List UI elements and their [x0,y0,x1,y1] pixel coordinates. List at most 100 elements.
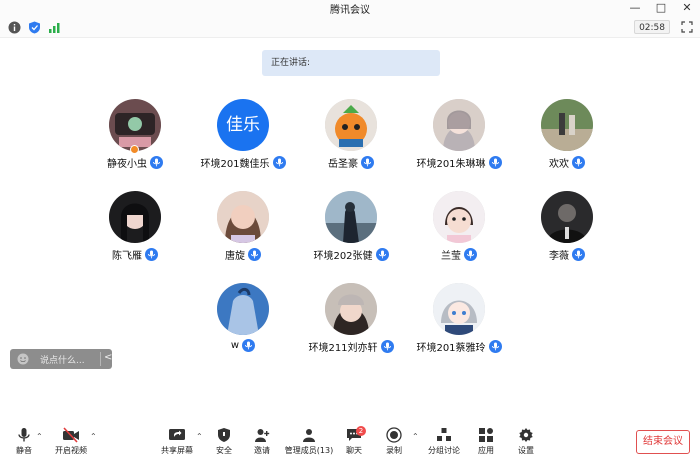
avatar [325,283,377,335]
participant-name: 欢欢 [549,159,569,170]
avatar [217,191,269,243]
record-label: 录制 [386,446,402,455]
avatar [109,191,161,243]
manage-members-button[interactable]: 管理成员(13) [283,427,335,459]
chevron-up-icon[interactable]: ⌃ [90,432,97,441]
participant-tile[interactable]: 唐旋 [188,191,298,271]
invite-button[interactable]: 邀请 [250,427,274,459]
quick-chat-input[interactable]: 说点什么... < [10,349,112,369]
participant-tile[interactable]: 静夜小虫 [80,99,190,179]
shield-icon [218,428,230,442]
title-bar: 腾讯会议 — □ ✕ [0,0,700,16]
mute-button[interactable]: 静音 [10,427,38,459]
participant-tile[interactable]: 环境211刘亦轩 [296,283,406,363]
participant-name: 陈飞雁 [112,251,142,262]
participant-tile[interactable]: 环境201朱琳琳 [404,99,514,179]
share-screen-button[interactable]: 共享屏幕 [160,427,194,459]
participant-name: 李薇 [549,251,569,262]
participant-name: 环境211刘亦轩 [308,343,378,354]
start-video-button[interactable]: 开启视频 [54,427,88,459]
mic-icon [145,248,158,261]
participant-name: 环境202张健 [313,251,373,262]
participant-tile[interactable]: 陈飞雁 [80,191,190,271]
record-button[interactable]: 录制 [382,427,406,459]
participant-tile[interactable]: 环境201蔡雅玲 [404,283,514,363]
mic-icon [488,156,502,169]
settings-button[interactable]: 设置 [514,427,538,459]
participant-name: 环境201朱琳琳 [416,159,486,170]
mic-icon [361,156,374,169]
participant-name: 静夜小虫 [107,159,147,170]
avatar [541,99,593,151]
mic-icon [272,156,286,169]
breakout-button[interactable]: 分组讨论 [426,427,462,459]
chat-label: 聊天 [346,446,362,455]
participant-tile[interactable]: w [188,283,298,363]
mic-icon [375,248,389,261]
members-label: 管理成员(13) [284,446,334,455]
mute-label: 静音 [16,446,32,455]
participant-tile[interactable]: 岳圣豪 [296,99,406,179]
participant-name: 环境201蔡雅玲 [416,343,486,354]
avatar [433,283,485,335]
chevron-up-icon[interactable]: ⌃ [36,432,43,441]
video-off-icon [63,427,79,443]
participant-name: 兰莹 [441,251,461,262]
chevron-up-icon[interactable]: ⌃ [196,432,203,441]
close-button[interactable]: ✕ [680,1,694,15]
end-meeting-button[interactable]: 结束会议 [636,430,690,454]
participant-name: 唐旋 [225,251,245,262]
participant-name: 岳圣豪 [328,159,358,170]
chat-placeholder: 说点什么... [40,356,85,366]
participant-tile[interactable]: 环境202张健 [296,191,406,271]
status-bar: 02:58 [0,16,700,38]
mic-icon [572,248,585,261]
microphone-icon [18,428,30,442]
avatar [109,99,161,151]
add-user-icon [255,429,270,442]
record-icon [386,427,402,443]
unread-badge: 2 [356,426,366,436]
window-title: 腾讯会议 [330,5,370,16]
collapse-chat-button[interactable]: < [104,352,112,363]
chevron-up-icon[interactable]: ⌃ [412,432,419,441]
share-screen-icon [169,429,185,440]
avatar [433,191,485,243]
host-badge [130,145,139,154]
avatar [217,283,269,335]
mic-icon [572,156,585,169]
settings-label: 设置 [518,446,534,455]
participant-name: 环境201魏佳乐 [200,159,270,170]
maximize-button[interactable]: □ [654,1,668,15]
fullscreen-icon[interactable] [680,20,694,34]
meeting-timer: 02:58 [634,20,670,34]
apps-button[interactable]: 应用 [474,427,498,459]
gear-icon [519,428,533,442]
share-label: 共享屏幕 [161,446,193,455]
participant-tile[interactable]: 李薇 [512,191,622,271]
invite-label: 邀请 [254,446,270,455]
breakout-icon [437,428,451,441]
participant-tile[interactable]: 佳乐 环境201魏佳乐 [188,99,298,179]
participant-tile[interactable]: 兰莹 [404,191,514,271]
window-controls: — □ ✕ [628,0,694,16]
minimize-button[interactable]: — [628,1,642,15]
mic-icon [242,339,256,352]
shield-icon[interactable] [28,21,41,34]
mic-icon [464,248,477,261]
avatar: 佳乐 [217,99,269,151]
mic-icon [380,340,394,353]
signal-icon[interactable] [48,21,61,34]
breakout-label: 分组讨论 [428,446,460,455]
participant-name: w [230,340,240,351]
mic-icon [488,340,502,353]
apps-label: 应用 [478,446,494,455]
avatar [325,191,377,243]
info-icon[interactable] [8,21,21,34]
emoji-icon[interactable] [17,353,29,365]
security-button[interactable]: 安全 [212,427,236,459]
avatar [325,99,377,151]
video-label: 开启视频 [55,446,87,455]
divider [100,352,101,366]
participant-tile[interactable]: 欢欢 [512,99,622,179]
